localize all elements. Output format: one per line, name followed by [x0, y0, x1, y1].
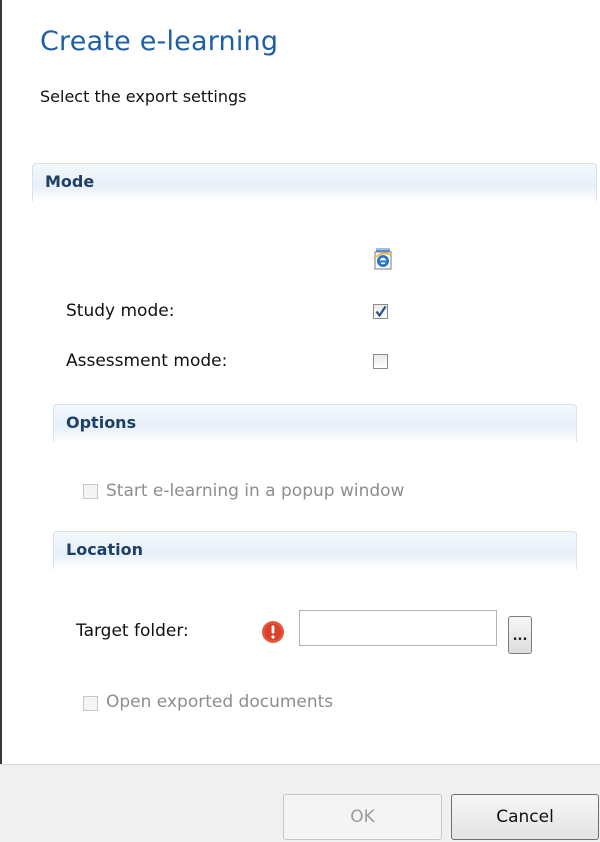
assessment-mode-label: Assessment mode: — [66, 351, 228, 371]
popup-window-checkbox[interactable] — [83, 484, 98, 499]
options-section-label: Options — [66, 413, 137, 432]
error-icon — [261, 620, 285, 644]
window-left-border — [0, 0, 2, 764]
cancel-button[interactable]: Cancel — [451, 794, 599, 840]
mode-section-label: Mode — [45, 172, 95, 191]
assessment-mode-checkbox[interactable] — [373, 354, 388, 369]
options-section-header: Options — [53, 404, 577, 442]
mode-section-header: Mode — [32, 163, 597, 201]
location-section-header: Location — [53, 531, 577, 569]
ok-button[interactable]: OK — [283, 794, 442, 840]
dialog-subtitle: Select the export settings — [40, 87, 247, 106]
dialog-title: Create e-learning — [40, 26, 279, 57]
open-exported-documents-checkbox[interactable] — [83, 696, 98, 711]
open-exported-documents-label: Open exported documents — [106, 692, 334, 712]
study-mode-label: Study mode: — [66, 301, 175, 321]
target-folder-input[interactable] — [299, 610, 497, 646]
checkmark-icon — [375, 305, 387, 318]
popup-window-label: Start e-learning in a popup window — [106, 481, 405, 501]
browse-button[interactable]: ... — [508, 616, 532, 654]
internet-explorer-icon — [373, 248, 393, 270]
location-section-label: Location — [66, 540, 143, 559]
study-mode-checkbox[interactable] — [373, 304, 388, 319]
target-folder-label: Target folder: — [76, 621, 189, 641]
